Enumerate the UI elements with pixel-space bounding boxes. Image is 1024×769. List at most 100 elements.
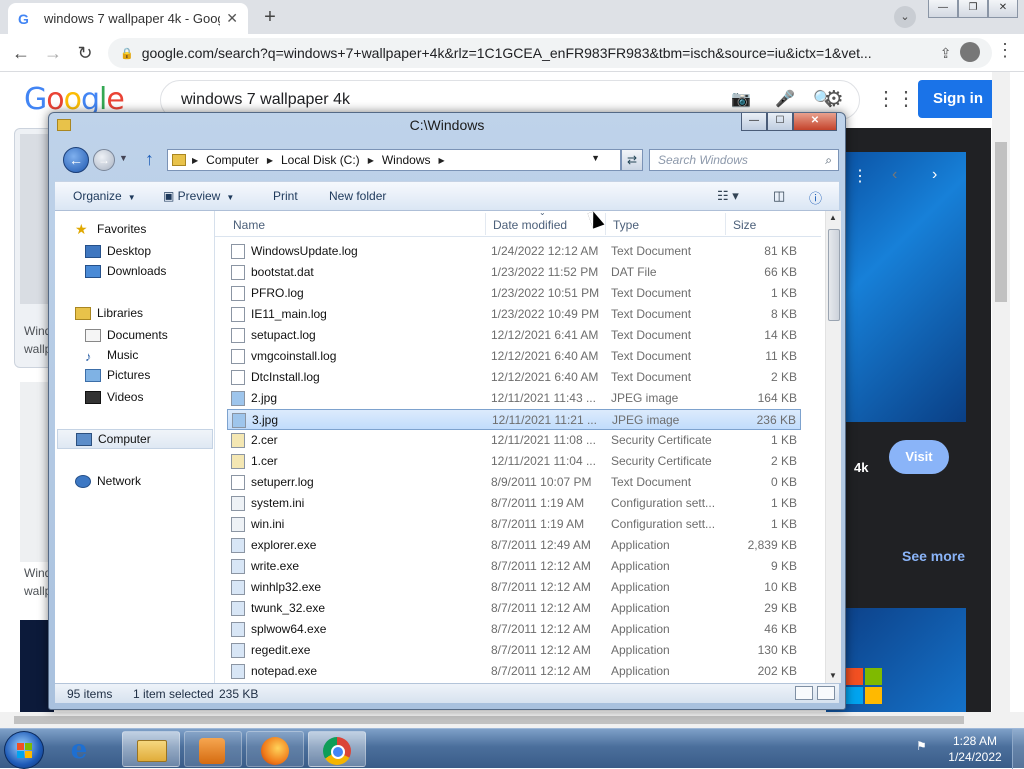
scroll-thumb[interactable] [995,142,1007,302]
nav-pictures[interactable]: Pictures [85,365,150,385]
horizontal-scrollbar[interactable] [0,712,1024,728]
chevron-right-icon[interactable]: ▶ [368,156,374,165]
nav-computer[interactable]: Computer [57,429,213,449]
scroll-thumb[interactable] [14,716,964,724]
minimize-button[interactable]: — [741,113,767,131]
column-name[interactable]: Name [233,218,265,232]
print-button[interactable]: Print [273,189,298,203]
file-row[interactable]: notepad.exe 8/7/2011 12:12 AM Application 2… [227,661,801,682]
file-row[interactable]: setuperr.log 8/9/2011 10:07 PM Text Docume… [227,472,801,493]
scroll-thumb[interactable] [828,229,840,321]
file-row[interactable]: regedit.exe 8/7/2011 12:12 AM Application 1… [227,640,801,661]
file-row[interactable]: splwow64.exe 8/7/2011 12:12 AM Application… [227,619,801,640]
tab-close-icon[interactable]: ✕ [226,10,238,27]
details-view-icon[interactable] [795,686,813,700]
more-options-icon[interactable]: ⋮ [852,166,868,186]
taskbar-media-player[interactable] [184,731,242,767]
close-button[interactable]: ✕ [793,113,837,131]
nav-videos[interactable]: Videos [85,387,143,407]
close-button[interactable]: ✕ [988,0,1018,18]
file-row[interactable]: explorer.exe 8/7/2011 12:49 AM Application… [227,535,801,556]
nav-libraries[interactable]: Libraries [75,303,143,323]
preview-image[interactable] [826,152,966,422]
chevron-right-icon[interactable]: ▶ [439,156,445,165]
organize-menu[interactable]: Organize ▼ [73,189,136,203]
restore-button[interactable]: ❐ [958,0,988,18]
breadcrumb-local-disk[interactable]: Local Disk (C:) [281,153,360,167]
file-row[interactable]: 1.cer 12/11/2021 11:04 ... Security Certif… [227,451,801,472]
scroll-up-icon[interactable]: ▲ [829,213,837,222]
nav-music[interactable]: ♪ Music [85,345,138,365]
file-row[interactable]: setupact.log 12/12/2021 6:41 AM Text Docum… [227,325,801,346]
large-icons-view-icon[interactable] [817,686,835,700]
address-bar[interactable]: 🔒 google.com/search?q=windows+7+wallpape… [108,38,992,68]
chevron-right-icon[interactable]: ▶ [267,156,273,165]
change-view-icon[interactable]: ☷ ▾ [717,188,739,204]
scroll-down-icon[interactable]: ▼ [829,671,837,680]
vertical-scrollbar[interactable]: ▲ ▼ [825,211,841,683]
refresh-icon[interactable]: ⇄ [621,149,643,171]
share-icon[interactable]: ⇪ [940,45,952,62]
file-row[interactable]: IE11_main.log 1/23/2022 10:49 PM Text Docu… [227,304,801,325]
start-button[interactable] [4,731,44,769]
nav-desktop[interactable]: Desktop [85,241,151,261]
file-row[interactable]: bootstat.dat 1/23/2022 11:52 PM DAT File 66… [227,262,801,283]
file-row[interactable]: PFRO.log 1/23/2022 10:51 PM Text Document 1… [227,283,801,304]
back-arrow-icon[interactable]: ← [10,42,32,64]
preview-menu[interactable]: ▣ Preview ▼ [163,189,234,203]
new-folder-button[interactable]: New folder [329,189,386,203]
browser-tab[interactable]: G windows 7 wallpaper 4k - Google ✕ [8,3,248,34]
file-row[interactable]: 2.cer 12/11/2021 11:08 ... Security Certif… [227,430,801,451]
taskbar-chrome[interactable] [308,731,366,767]
address-bar[interactable]: ▶ Computer ▶ Local Disk (C:) ▶ Windows ▶… [167,149,621,171]
minimize-button[interactable]: — [928,0,958,18]
system-clock[interactable]: 1:28 AM 1/24/2022 [942,733,1008,765]
search-icon[interactable]: ⌕ [825,150,832,170]
file-row[interactable]: system.ini 8/7/2011 1:19 AM Configuration … [227,493,801,514]
column-date-modified[interactable]: Date modified [493,218,567,232]
settings-gear-icon[interactable]: ⚙ [824,86,844,112]
visit-button[interactable]: Visit [889,440,949,474]
forward-arrow-icon[interactable]: → [93,149,115,171]
next-icon[interactable]: › [932,166,937,184]
file-row[interactable]: 3.jpg 12/11/2021 11:21 ... JPEG image 236 K… [227,409,801,430]
taskbar-firefox[interactable] [246,731,304,767]
search-input[interactable]: Search Windows ⌕ [649,149,839,171]
maximize-button[interactable]: ☐ [767,113,793,131]
column-size[interactable]: Size [733,218,756,232]
file-row[interactable]: write.exe 8/7/2011 12:12 AM Application 9 K… [227,556,801,577]
nav-downloads[interactable]: Downloads [85,261,166,281]
show-desktop-button[interactable] [1012,729,1024,769]
chevron-right-icon[interactable]: ▶ [192,156,198,165]
taskbar-internet-explorer[interactable]: e [52,731,110,767]
back-arrow-icon[interactable]: ← [63,147,89,173]
chevron-down-icon[interactable]: ▼ [591,153,600,163]
file-row[interactable]: vmgcoinstall.log 12/12/2021 6:40 AM Text D… [227,346,801,367]
file-row[interactable]: WindowsUpdate.log 1/24/2022 12:12 AM Text … [227,241,801,262]
file-row[interactable]: twunk_32.exe 8/7/2011 12:12 AM Application… [227,598,801,619]
nav-favorites[interactable]: ★ Favorites [75,219,146,239]
reload-icon[interactable]: ↻ [74,42,96,64]
up-arrow-icon[interactable]: ↑ [145,149,154,170]
see-more-link[interactable]: See more [902,548,965,564]
taskbar-windows-explorer[interactable] [122,731,180,767]
sign-in-button[interactable]: Sign in [918,80,998,118]
column-type[interactable]: Type [613,218,639,232]
page-scrollbar[interactable] [992,72,1010,712]
new-tab-button[interactable]: + [258,6,282,28]
preview-pane-icon[interactable]: ◫ [773,188,785,204]
file-row[interactable]: DtcInstall.log 12/12/2021 6:40 AM Text Doc… [227,367,801,388]
nav-network[interactable]: Network [75,471,141,491]
file-row[interactable]: winhlp32.exe 8/7/2011 12:12 AM Application… [227,577,801,598]
recent-pages-dropdown-icon[interactable]: ▼ [119,153,128,163]
tab-search-icon[interactable]: ⌄ [894,6,916,28]
forward-arrow-icon[interactable]: → [42,42,64,64]
help-icon[interactable]: ⓘ [809,188,822,207]
nav-documents[interactable]: Documents [85,325,168,345]
file-row[interactable]: win.ini 8/7/2011 1:19 AM Configuration set… [227,514,801,535]
action-center-flag-icon[interactable]: ⚑ [916,739,932,755]
breadcrumb-computer[interactable]: Computer [206,153,259,167]
breadcrumb-windows[interactable]: Windows [382,153,431,167]
file-row[interactable]: 2.jpg 12/11/2021 11:43 ... JPEG image 164 K… [227,388,801,409]
profile-avatar-icon[interactable] [960,42,980,62]
